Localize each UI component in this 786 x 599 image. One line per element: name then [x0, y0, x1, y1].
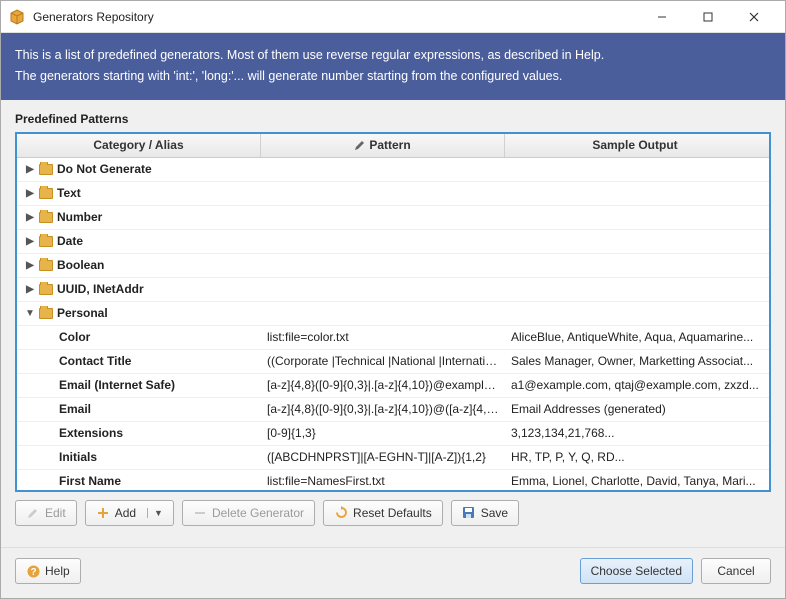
expand-icon: ▶	[25, 236, 35, 247]
table-body[interactable]: ▶Do Not Generate ▶Text ▶Number ▶Date ▶Bo…	[17, 158, 769, 490]
table-row[interactable]: Colorlist:file=color.txtAliceBlue, Antiq…	[17, 326, 769, 350]
cancel-button[interactable]: Cancel	[701, 558, 771, 584]
toolbar: Edit Add ▼ Delete Generator Reset Defaul…	[1, 492, 785, 534]
pencil-icon	[26, 506, 40, 520]
chevron-down-icon[interactable]: ▼	[147, 508, 163, 518]
save-button[interactable]: Save	[451, 500, 519, 526]
category-row[interactable]: ▼Personal	[17, 302, 769, 326]
table-row[interactable]: Extensions[0-9]{1,3}3,123,134,21,768...	[17, 422, 769, 446]
folder-icon	[39, 260, 53, 271]
patterns-table: Category / Alias Pattern Sample Output ▶…	[15, 132, 771, 492]
category-row[interactable]: ▶Date	[17, 230, 769, 254]
titlebar: Generators Repository	[1, 1, 785, 33]
window-title: Generators Repository	[33, 10, 639, 24]
minimize-button[interactable]	[639, 2, 685, 32]
dialog-window: Generators Repository This is a list of …	[0, 0, 786, 599]
banner-line-2: The generators starting with 'int:', 'lo…	[15, 66, 771, 87]
expand-icon: ▶	[25, 284, 35, 295]
column-header-sample[interactable]: Sample Output	[505, 134, 765, 157]
edit-button[interactable]: Edit	[15, 500, 77, 526]
help-button[interactable]: ? Help	[15, 558, 81, 584]
column-header-category[interactable]: Category / Alias	[17, 134, 261, 157]
banner-line-1: This is a list of predefined generators.…	[15, 45, 771, 66]
help-icon: ?	[26, 564, 40, 578]
folder-icon	[39, 188, 53, 199]
category-row[interactable]: ▶UUID, INetAddr	[17, 278, 769, 302]
folder-icon	[39, 308, 53, 319]
reset-defaults-button[interactable]: Reset Defaults	[323, 500, 443, 526]
folder-icon	[39, 212, 53, 223]
save-icon	[462, 506, 476, 520]
category-row[interactable]: ▶Text	[17, 182, 769, 206]
expand-icon: ▶	[25, 212, 35, 223]
table-row[interactable]: Email[a-z]{4,8}([0-9]{0,3}|.[a-z]{4,10})…	[17, 398, 769, 422]
minus-icon	[193, 506, 207, 520]
expand-icon: ▶	[25, 164, 35, 175]
svg-text:?: ?	[30, 567, 36, 578]
table-row[interactable]: Initials([ABCDHNPRST]|[A-EGHN-T]|[A-Z]){…	[17, 446, 769, 470]
plus-icon	[96, 506, 110, 520]
category-row[interactable]: ▶Number	[17, 206, 769, 230]
category-row[interactable]: ▶Boolean	[17, 254, 769, 278]
table-row[interactable]: First Namelist:file=NamesFirst.txtEmma, …	[17, 470, 769, 490]
folder-icon	[39, 236, 53, 247]
refresh-icon	[334, 506, 348, 520]
table-row[interactable]: Email (Internet Safe)[a-z]{4,8}([0-9]{0,…	[17, 374, 769, 398]
close-button[interactable]	[731, 2, 777, 32]
pencil-icon	[354, 140, 365, 151]
add-button[interactable]: Add ▼	[85, 500, 174, 526]
collapse-icon: ▼	[25, 308, 35, 319]
delete-generator-button[interactable]: Delete Generator	[182, 500, 315, 526]
expand-icon: ▶	[25, 188, 35, 199]
info-banner: This is a list of predefined generators.…	[1, 33, 785, 100]
category-row[interactable]: ▶Do Not Generate	[17, 158, 769, 182]
choose-selected-button[interactable]: Choose Selected	[580, 558, 693, 584]
column-header-pattern[interactable]: Pattern	[261, 134, 505, 157]
dialog-footer: ? Help Choose Selected Cancel	[1, 547, 785, 598]
expand-icon: ▶	[25, 260, 35, 271]
maximize-button[interactable]	[685, 2, 731, 32]
folder-icon	[39, 284, 53, 295]
table-header: Category / Alias Pattern Sample Output	[17, 134, 769, 158]
folder-icon	[39, 164, 53, 175]
app-icon	[9, 9, 25, 25]
table-row[interactable]: Contact Title((Corporate |Technical |Nat…	[17, 350, 769, 374]
section-label: Predefined Patterns	[1, 100, 785, 132]
